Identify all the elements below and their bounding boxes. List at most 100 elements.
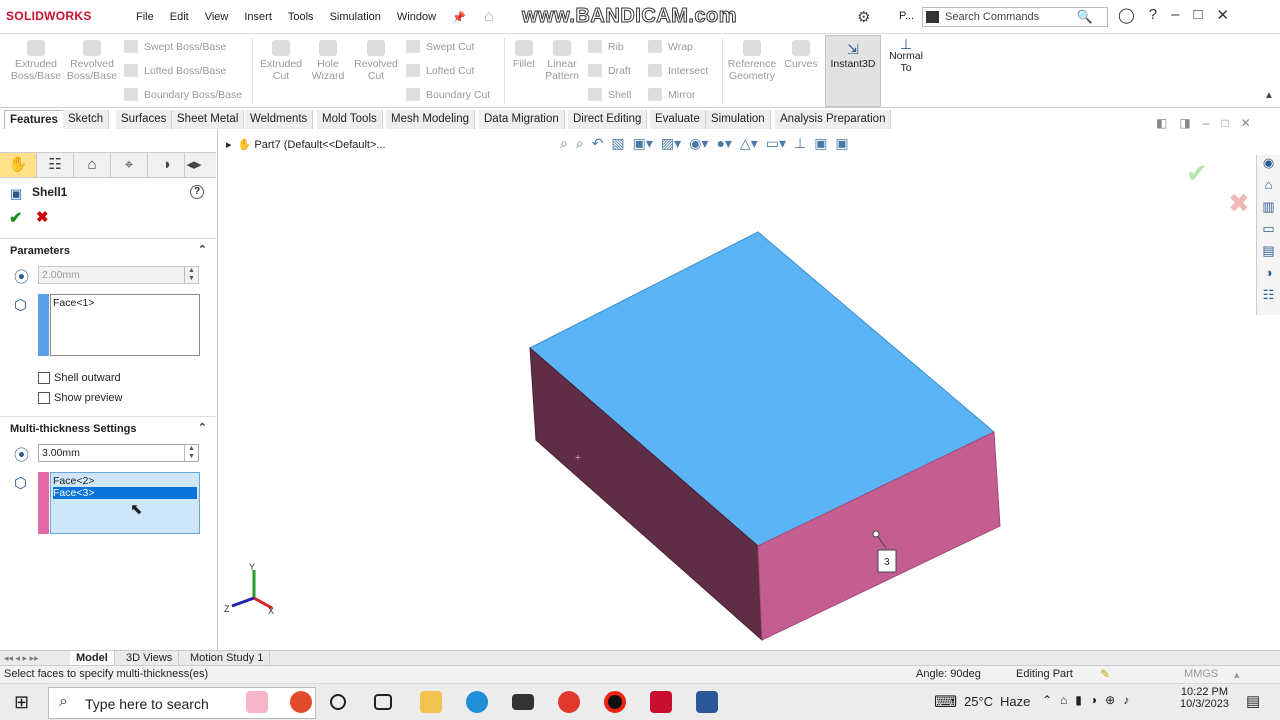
menu-insert[interactable]: Insert	[244, 11, 272, 24]
rib-button[interactable]: Rib	[588, 40, 624, 53]
mail-icon[interactable]	[512, 694, 534, 710]
tab-3d-views[interactable]: 3D Views	[120, 651, 180, 666]
appearances-icon[interactable]: ◑	[1257, 265, 1280, 287]
tab-model[interactable]: Model	[70, 651, 115, 666]
solidworks-taskbar-icon[interactable]	[650, 691, 672, 713]
swept-boss-button[interactable]: Swept Boss/Base	[124, 40, 226, 53]
ok-check-icon[interactable]: ✔	[9, 208, 22, 228]
help-icon[interactable]: ?	[190, 185, 204, 199]
list-item[interactable]: Face<1>	[53, 297, 197, 309]
weather-icon[interactable]: ⌨	[934, 692, 957, 712]
mirror-button[interactable]: Mirror	[648, 88, 695, 101]
tab-sheet-metal[interactable]: Sheet Metal	[172, 110, 245, 129]
display-manager-tab-icon[interactable]: ◑	[148, 153, 185, 177]
shell-outward-checkbox[interactable]: Shell outward	[38, 372, 121, 384]
solidworks-resources-icon[interactable]: ◉	[1257, 155, 1280, 177]
system-tray-icons[interactable]: ⌃⌂▮◑⊕♪	[1042, 693, 1137, 707]
list-item-selected[interactable]: Face<3>	[53, 487, 197, 499]
menu-file[interactable]: File	[136, 11, 154, 24]
tab-arrows-icon[interactable]: ◂▸	[185, 153, 203, 177]
restore-icon[interactable]: □	[1221, 116, 1228, 130]
tab-mesh-modeling[interactable]: Mesh Modeling	[386, 110, 475, 129]
spin-arrows-icon[interactable]: ▲ ▼	[184, 267, 198, 283]
collapse-chevron-icon[interactable]: ⌃	[198, 421, 207, 434]
tab-direct-editing[interactable]: Direct Editing	[568, 110, 648, 129]
configuration-manager-tab-icon[interactable]: ⌂	[74, 153, 111, 177]
units-dropdown-icon[interactable]: ▴	[1234, 668, 1240, 681]
wrap-button[interactable]: Wrap	[648, 40, 693, 53]
multi-thickness-section-header[interactable]: Multi-thickness Settings ⌃	[0, 416, 216, 436]
dimxpert-tab-icon[interactable]: ⌖	[111, 153, 148, 177]
show-preview-checkbox[interactable]: Show preview	[38, 392, 122, 404]
user-icon[interactable]: ◯	[1118, 6, 1135, 24]
file-explorer-icon[interactable]	[420, 691, 442, 713]
view-palette-icon[interactable]: ▤	[1257, 243, 1280, 265]
pin-icon[interactable]: 📌	[452, 11, 466, 24]
linear-pattern-button[interactable]: Linear Pattern	[542, 40, 582, 82]
task-view-icon[interactable]	[374, 694, 392, 710]
menu-simulation[interactable]: Simulation	[330, 11, 381, 24]
home-icon[interactable]: ⌂	[484, 8, 494, 26]
gear-icon[interactable]: ⚙	[857, 8, 870, 26]
faces-to-remove-list[interactable]: Face<1>	[50, 294, 200, 356]
flower-icon[interactable]	[290, 691, 312, 713]
parameters-section-header[interactable]: Parameters ⌃	[0, 238, 216, 258]
edge-icon[interactable]	[466, 691, 488, 713]
revolved-cut-button[interactable]: Revolved Cut	[352, 40, 400, 82]
design-library-icon[interactable]: ▥	[1257, 199, 1280, 221]
units-selector[interactable]: MMGS	[1184, 668, 1218, 680]
close-icon[interactable]: ✕	[1241, 116, 1251, 130]
record-icon[interactable]	[604, 691, 626, 713]
taskbar-search[interactable]: ⌕ Type here to search	[48, 687, 316, 719]
checkbox-box[interactable]	[38, 372, 50, 384]
tab-surfaces[interactable]: Surfaces	[116, 110, 173, 129]
tab-weldments[interactable]: Weldments	[245, 110, 314, 129]
list-item[interactable]: Face<2>	[53, 475, 197, 487]
lofted-boss-button[interactable]: Lofted Boss/Base	[124, 64, 226, 77]
shell-button[interactable]: Shell	[588, 88, 631, 101]
feature-manager-tab-icon[interactable]: ✋	[0, 153, 37, 177]
tab-data-migration[interactable]: Data Migration	[479, 110, 565, 129]
instant3d-button[interactable]: ⇲ Instant3D	[825, 35, 881, 107]
cancel-x-icon[interactable]: ✖	[36, 208, 49, 226]
custom-properties-icon[interactable]: ☷	[1257, 287, 1280, 309]
revolved-boss-button[interactable]: Revolved Boss/Base	[66, 40, 118, 82]
minimize-icon[interactable]: –	[1171, 6, 1179, 24]
search-highlight-icon[interactable]	[246, 691, 268, 713]
extruded-boss-button[interactable]: Extruded Boss/Base	[10, 40, 62, 82]
file-explorer-icon[interactable]: ▭	[1257, 221, 1280, 243]
collapse-ribbon-icon[interactable]: ▲	[1264, 90, 1274, 101]
notifications-icon[interactable]: ▤	[1246, 692, 1260, 710]
windows-icon[interactable]: ⊞	[14, 692, 29, 713]
extruded-cut-button[interactable]: Extruded Cut	[256, 40, 306, 82]
tab-evaluate[interactable]: Evaluate	[650, 110, 706, 129]
rebuild-icon[interactable]: ✎	[1100, 667, 1110, 681]
tab-analysis-preparation[interactable]: Analysis Preparation	[775, 110, 892, 129]
tab-mold-tools[interactable]: Mold Tools	[317, 110, 383, 129]
tab-scroll-icon[interactable]: ◂◂ ◂ ▸ ▸▸	[4, 653, 39, 664]
swept-cut-button[interactable]: Swept Cut	[406, 40, 474, 53]
temperature[interactable]: 25°C	[964, 694, 993, 709]
multi-thickness-field[interactable]: 3.00mm ▲ ▼	[38, 444, 199, 462]
menu-edit[interactable]: Edit	[170, 11, 189, 24]
thickness-field[interactable]: 2.00mm ▲ ▼	[38, 266, 199, 284]
normal-to-button[interactable]: ⊥ Normal To	[884, 37, 928, 74]
tab-features[interactable]: Features	[4, 110, 64, 129]
cortana-icon[interactable]	[330, 694, 346, 710]
multi-thickness-faces-list[interactable]: Face<2> Face<3>	[50, 472, 200, 534]
hole-wizard-button[interactable]: Hole Wizard	[306, 40, 350, 82]
menu-tools[interactable]: Tools	[288, 11, 314, 24]
chrome-icon[interactable]	[558, 691, 580, 713]
lofted-cut-button[interactable]: Lofted Cut	[406, 64, 474, 77]
word-icon[interactable]	[696, 691, 718, 713]
minimize-icon[interactable]: –	[1203, 116, 1210, 130]
search-scope-icon[interactable]	[926, 11, 939, 23]
close-icon[interactable]: ✕	[1217, 6, 1230, 24]
boundary-cut-button[interactable]: Boundary Cut	[406, 88, 490, 101]
home-icon[interactable]: ⌂	[1257, 177, 1280, 199]
profile-label[interactable]: P...	[899, 10, 914, 22]
draft-button[interactable]: Draft	[588, 64, 631, 77]
search-commands-input[interactable]: Search Commands 🔍	[922, 7, 1108, 27]
fillet-button[interactable]: Fillet	[508, 40, 540, 70]
clock[interactable]: 10:22 PM 10/3/2023	[1180, 686, 1229, 710]
